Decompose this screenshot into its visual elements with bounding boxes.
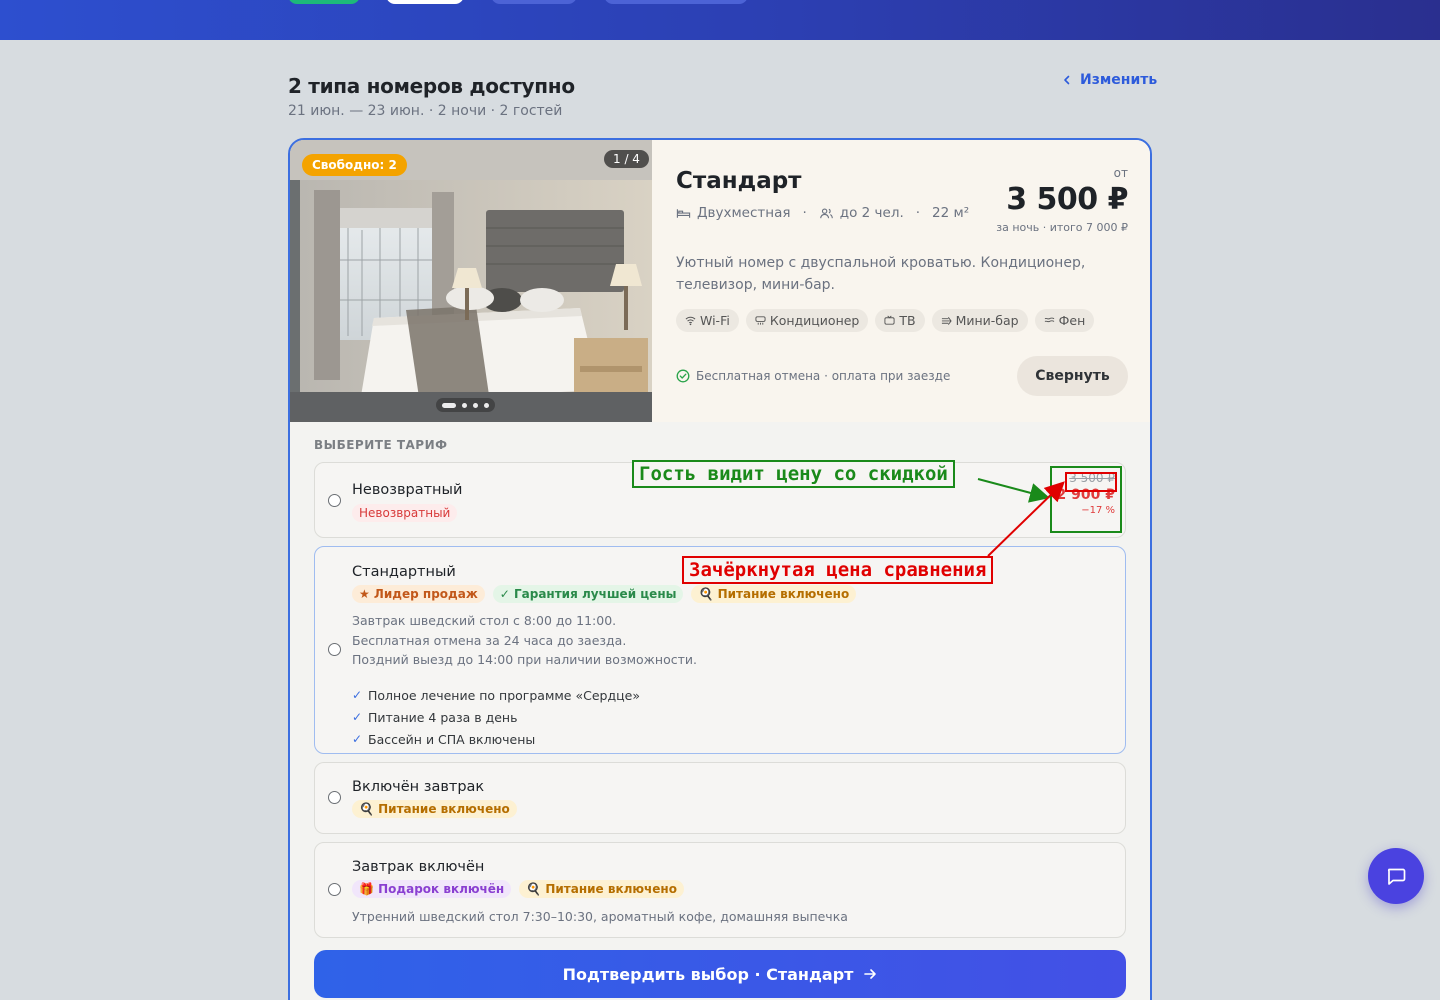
room-description: Уютный номер с двуспальной кроватью. Кон… [676, 255, 1086, 293]
desc-line: Поздний выезд до 14:00 при наличии возмо… [352, 652, 698, 667]
desc-line: Завтрак шведский стол с 8:00 до 11:00. [352, 613, 617, 628]
cancellation-note: Бесплатная отмена · оплата при заезде [676, 369, 950, 383]
best-price-tag: ✓ Гарантия лучшей цены [492, 585, 684, 603]
meals-tag: 🍳 Питание включено [352, 800, 517, 818]
stay-summary: 21 июн. — 23 июн. · 2 ночи · 2 гостей [288, 103, 563, 119]
gift-tag: 🎁 Подарок включён [352, 880, 512, 898]
chevron-left-icon [1064, 75, 1070, 85]
rate-description: Завтрак шведский стол с 8:00 до 11:00. Б… [352, 611, 697, 670]
photo-counter: 1 / 4 [604, 150, 649, 168]
nonrefundable-tag: Невозвратный [352, 504, 458, 522]
room-photo[interactable]: Свободно: 2 1 / 4 [290, 140, 652, 422]
change-label: Изменить [1080, 72, 1158, 88]
meals-tag: 🍳 Питание включено [519, 880, 684, 898]
rate-name: Завтрак включён [352, 859, 485, 875]
nav-pill-current[interactable] [386, 0, 464, 4]
amenity-label: Мини-бар [955, 313, 1019, 328]
separator-dot: · [915, 205, 921, 221]
perk-label: Бассейн и СПА включены [368, 731, 536, 747]
annotation-green-label: Гость видит цену со скидкой [632, 460, 955, 488]
arrow-right-icon [864, 969, 877, 979]
pagination-dot[interactable] [484, 402, 489, 408]
rate-radio[interactable] [328, 494, 341, 507]
confirm-button[interactable]: Подтвердить выбор · Стандарт [314, 950, 1126, 998]
fridge-icon [941, 317, 952, 325]
price-note: за ночь · итого 7 000 ₽ [996, 221, 1128, 234]
price-from-label: от [1113, 166, 1128, 180]
room-name: Стандарт [676, 168, 802, 194]
collapse-button[interactable]: Свернуть [1017, 356, 1128, 396]
bed-icon [676, 208, 691, 218]
perk-label: Питание 4 раза в день [368, 709, 518, 725]
desc-line: Бесплатная отмена за 24 часа до заезда. [352, 632, 627, 648]
nav-pill[interactable] [604, 0, 748, 4]
rate-tags: ★ Лидер продаж ✓ Гарантия лучшей цены 🍳 … [352, 585, 857, 603]
check-icon: ✓ [352, 710, 363, 724]
amenity-ac: Кондиционер [745, 309, 869, 332]
hairdryer-icon [1044, 317, 1054, 323]
annotation-red-label: Зачёркнутая цена сравнения [682, 556, 994, 584]
photo-pagination [436, 398, 495, 412]
amenity-tv: ТВ [875, 309, 925, 332]
rate-radio[interactable] [328, 791, 341, 804]
pagination-dot-active[interactable] [442, 402, 456, 408]
meals-tag: 🍳 Питание включено [691, 585, 857, 603]
amenity-label: ТВ [899, 313, 916, 328]
amenity-list: Wi-Fi Кондиционер ТВ Мини-бар Фен [676, 309, 1095, 332]
chat-button[interactable] [1368, 848, 1424, 904]
change-link[interactable]: Изменить [1062, 72, 1157, 88]
check-icon: ✓ [352, 732, 363, 746]
nav-pill-active[interactable] [288, 0, 360, 4]
amenity-label: Wi-Fi [700, 313, 730, 328]
rate-option-breakfast-gift[interactable]: Завтрак включён 🎁 Подарок включён 🍳 Пита… [314, 842, 1126, 938]
rate-name: Невозвратный [352, 482, 463, 498]
tariff-section-label: ВЫБЕРИТЕ ТАРИФ [314, 438, 448, 452]
room-meta: Двухместная · до 2 чел. · 22 м² [676, 205, 969, 221]
room-price: 3 500 ₽ [1006, 182, 1128, 217]
perk-item: ✓ Бассейн и СПА включены [352, 728, 640, 750]
rate-tags: 🍳 Питание включено [352, 800, 517, 818]
pagination-dot[interactable] [462, 402, 467, 408]
tv-icon [884, 315, 895, 325]
confirm-label: Подтвердить выбор · Стандарт [562, 964, 854, 984]
availability-badge: Свободно: 2 [302, 154, 407, 176]
rate-tags: 🎁 Подарок включён 🍳 Питание включено [352, 880, 684, 898]
wifi-icon [685, 316, 696, 326]
room-info: Стандарт Двухместная · до 2 чел. · 22 м²… [652, 140, 1150, 422]
hotel-room-image [290, 140, 652, 422]
perk-label: Полное лечение по программе «Сердце» [368, 687, 640, 703]
amenity-hairdryer: Фен [1034, 309, 1095, 332]
guest-capacity: до 2 чел. [839, 205, 904, 221]
rate-name: Стандартный [352, 564, 456, 580]
check-icon: ✓ [352, 688, 363, 702]
amenity-minibar: Мини-бар [931, 309, 1028, 332]
rate-name: Включён завтрак [352, 779, 485, 795]
check-circle-icon [676, 369, 690, 383]
users-icon [819, 207, 833, 218]
rate-radio[interactable] [328, 883, 341, 896]
bed-type: Двухместная [697, 205, 791, 221]
perk-item: ✓ Полное лечение по программе «Сердце» [352, 684, 640, 706]
annotation-red-box [1065, 472, 1117, 492]
cancellation-text: Бесплатная отмена · оплата при заезде [696, 369, 951, 383]
pagination-dot[interactable] [473, 402, 478, 408]
amenity-label: Фен [1058, 313, 1086, 328]
chat-icon [1387, 868, 1406, 885]
amenity-label: Кондиционер [769, 313, 860, 328]
bestseller-tag: ★ Лидер продаж [352, 585, 485, 603]
amenity-wifi: Wi-Fi [676, 309, 739, 332]
rate-radio[interactable] [328, 643, 341, 656]
separator-dot: · [802, 205, 807, 221]
rate-description: Утренний шведский стол 7:30–10:30, арома… [352, 909, 848, 924]
rate-tags: Невозвратный [352, 504, 458, 522]
snowflake-icon [755, 316, 766, 325]
rate-option-breakfast[interactable]: Включён завтрак 🍳 Питание включено [314, 762, 1126, 834]
nav-pill[interactable] [491, 0, 577, 4]
top-nav-bar [0, 0, 1440, 40]
page-title: 2 типа номеров доступно [288, 74, 575, 98]
room-area: 22 м² [932, 205, 970, 221]
perk-item: ✓ Питание 4 раза в день [352, 706, 640, 728]
perk-list: ✓ Полное лечение по программе «Сердце» ✓ П… [352, 684, 640, 750]
